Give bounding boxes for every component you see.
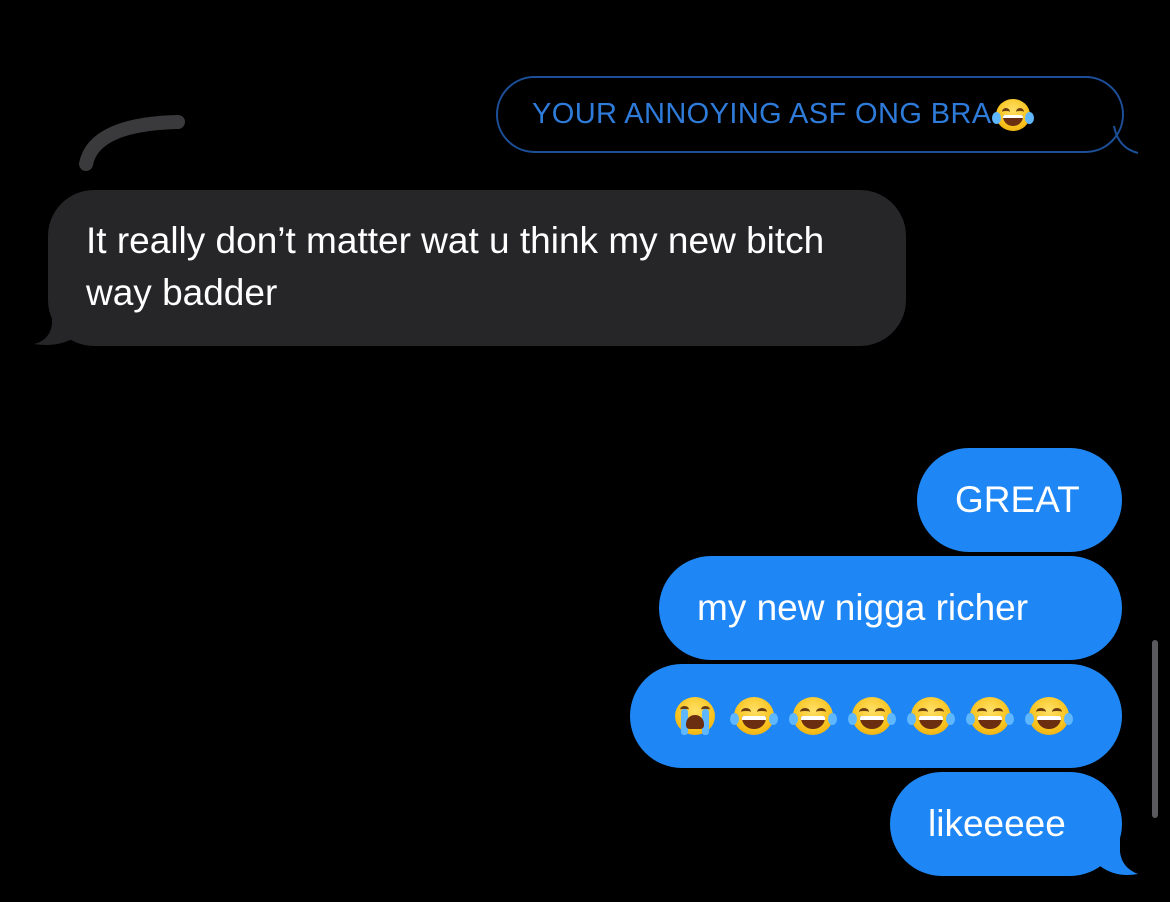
face-with-tears-of-joy-icon xyxy=(966,697,1014,735)
sent-message-bubble[interactable]: likeeeee xyxy=(890,772,1122,876)
sent-message-text: my new nigga richer xyxy=(697,587,1029,628)
received-message-text: It really don’t matter wat u think my ne… xyxy=(86,220,825,313)
face-with-tears-of-joy-icon xyxy=(848,697,896,735)
sent-message-text: likeeeee xyxy=(928,803,1066,844)
scrollbar[interactable] xyxy=(1152,640,1158,818)
received-bubble-tail xyxy=(34,306,78,345)
received-message-bubble[interactable]: It really don’t matter wat u think my ne… xyxy=(48,190,906,346)
face-with-tears-of-joy-icon xyxy=(907,697,955,735)
sent-bubble-tail xyxy=(1100,838,1138,875)
sent-message-text: GREAT xyxy=(955,479,1080,520)
face-with-tears-of-joy-icon xyxy=(730,697,778,735)
message-thread: YOUR ANNOYING ASF ONG BRA It really don’… xyxy=(0,0,1170,902)
loudly-crying-face-icon xyxy=(675,697,715,735)
emoji-row xyxy=(670,697,1074,735)
quoted-bubble-tail xyxy=(1113,125,1139,154)
quoted-reply-text: YOUR ANNOYING ASF ONG BRA xyxy=(532,98,992,130)
sent-emoji-bubble[interactable] xyxy=(630,664,1122,768)
face-with-tears-of-joy-icon xyxy=(1025,697,1073,735)
face-with-tears-of-joy-icon xyxy=(789,697,837,735)
sent-message-bubble[interactable]: GREAT xyxy=(917,448,1122,552)
quoted-reply-bubble[interactable]: YOUR ANNOYING ASF ONG BRA xyxy=(496,76,1124,153)
reply-connector-line xyxy=(79,115,185,171)
face-with-tears-of-joy-icon xyxy=(991,98,1034,131)
sent-message-bubble[interactable]: my new nigga richer xyxy=(659,556,1122,660)
